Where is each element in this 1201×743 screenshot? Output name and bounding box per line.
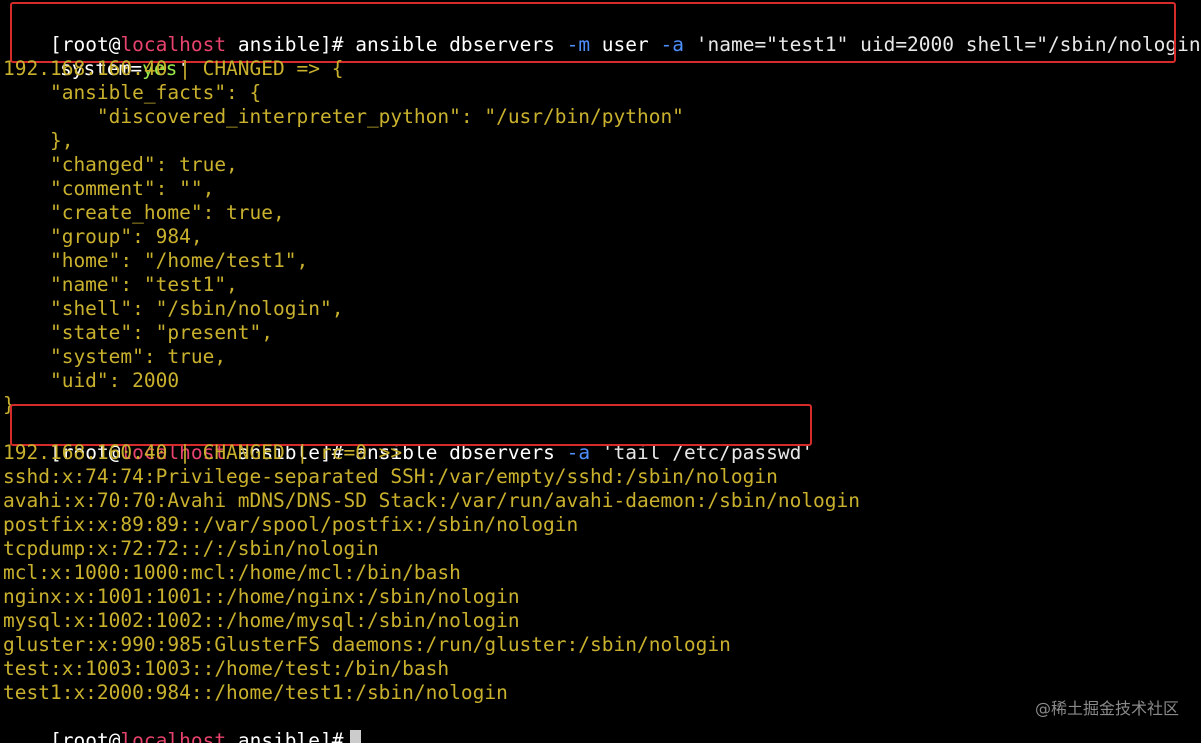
- json-output-line: "state": "present",: [3, 321, 274, 344]
- command-flag-a: -a: [566, 441, 591, 464]
- prompt-symbol: ]#: [320, 33, 344, 56]
- prompt-user: root: [61, 729, 109, 743]
- json-output-line: "discovered_interpreter_python": "/usr/b…: [3, 105, 684, 128]
- terminal-window[interactable]: [root@localhost ansible]# ansible dbserv…: [0, 0, 1201, 743]
- json-output-line: "home": "/home/test1",: [3, 249, 309, 272]
- passwd-entry-line: gluster:x:990:985:GlusterFS daemons:/run…: [3, 633, 731, 656]
- prompt-bracket: [: [49, 729, 62, 743]
- command-line-1: [root@localhost ansible]# ansible dbserv…: [3, 9, 1201, 56]
- passwd-entry-line: test:x:1003:1003::/home/test:/bin/bash: [3, 657, 450, 680]
- prompt-dir: ansible: [226, 33, 321, 56]
- passwd-entry-line: mcl:x:1000:1000:mcl:/home/mcl:/bin/bash: [3, 561, 461, 584]
- output-1-footer: }: [3, 393, 15, 416]
- passwd-entry-line: mysql:x:1002:1002::/home/mysql:/sbin/nol…: [3, 609, 520, 632]
- json-output-line: "comment": "",: [3, 177, 215, 200]
- command-program: ansible dbservers: [343, 33, 567, 56]
- command-flag-a: -a: [660, 33, 684, 56]
- current-prompt-line[interactable]: [root@localhost ansible]#: [3, 705, 361, 743]
- prompt-at: @: [108, 729, 121, 743]
- json-output-line: "changed": true,: [3, 153, 238, 176]
- json-output-line: "system": true,: [3, 345, 227, 368]
- passwd-entry-line: nginx:x:1001:1001::/home/nginx:/sbin/nol…: [3, 585, 520, 608]
- output-2-header: 192.168.160.40 | CHANGED | rc=0 >>: [3, 441, 403, 464]
- command-line-2: [root@localhost ansible]# ansible dbserv…: [3, 417, 813, 464]
- output-1-header: 192.168.160.40 | CHANGED => {: [3, 57, 344, 80]
- text-cursor[interactable]: [349, 730, 361, 743]
- prompt-host: localhost: [120, 729, 227, 743]
- json-output-line: },: [3, 129, 74, 152]
- json-output-line: "uid": 2000: [3, 369, 180, 392]
- json-output-line: "create_home": true,: [3, 201, 285, 224]
- passwd-entry-line: postfix:x:89:89::/var/spool/postfix:/sbi…: [3, 513, 579, 536]
- passwd-entry-line: test1:x:2000:984::/home/test1:/sbin/nolo…: [3, 681, 508, 704]
- json-output-line: "name": "test1",: [3, 273, 238, 296]
- command-line-1-continued: system=yes': [13, 33, 189, 80]
- prompt-dir: ansible: [226, 729, 321, 743]
- passwd-entry-line: sshd:x:74:74:Privilege-separated SSH:/va…: [3, 465, 778, 488]
- command-argument: 'tail /etc/passwd': [590, 441, 814, 464]
- watermark: @稀土掘金技术社区: [1034, 699, 1179, 718]
- json-output-line: "ansible_facts": {: [3, 81, 262, 104]
- passwd-entry-line: tcpdump:x:72:72::/:/sbin/nologin: [3, 537, 379, 560]
- passwd-entry-line: avahi:x:70:70:Avahi mDNS/DNS-SD Stack:/v…: [3, 489, 861, 512]
- prompt-symbol: ]#: [320, 729, 344, 743]
- command-module: user: [590, 33, 661, 56]
- command-flag-m: -m: [566, 33, 591, 56]
- json-output-line: "group": 984,: [3, 225, 203, 248]
- json-output-line: "shell": "/sbin/nologin",: [3, 297, 344, 320]
- command-argument: 'name="test1" uid=2000 shell="/sbin/nolo…: [684, 33, 1201, 56]
